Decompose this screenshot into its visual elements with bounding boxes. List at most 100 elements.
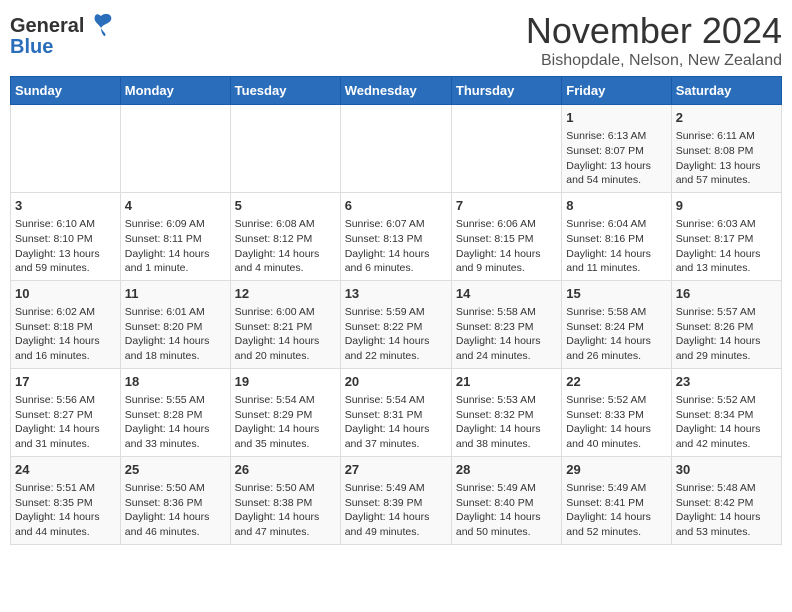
sunset-text: Sunset: 8:36 PM	[125, 497, 203, 509]
daylight-text: Daylight: 14 hours and 1 minute.	[125, 248, 210, 275]
calendar-cell: 18Sunrise: 5:55 AMSunset: 8:28 PMDayligh…	[120, 368, 230, 456]
daylight-text: Daylight: 14 hours and 53 minutes.	[676, 511, 761, 538]
day-number: 30	[676, 461, 777, 479]
daylight-text: Daylight: 14 hours and 46 minutes.	[125, 511, 210, 538]
sunset-text: Sunset: 8:20 PM	[125, 321, 203, 333]
calendar-cell: 3Sunrise: 6:10 AMSunset: 8:10 PMDaylight…	[11, 192, 121, 280]
daylight-text: Daylight: 14 hours and 9 minutes.	[456, 248, 541, 275]
calendar-cell	[11, 105, 121, 193]
daylight-text: Daylight: 14 hours and 26 minutes.	[566, 335, 651, 362]
sunset-text: Sunset: 8:12 PM	[235, 233, 313, 245]
sunset-text: Sunset: 8:42 PM	[676, 497, 754, 509]
sunrise-text: Sunrise: 6:03 AM	[676, 218, 756, 230]
calendar-cell: 19 Sunrise: 5:54 AM Sunset: 8:29 PM Dayligh…	[230, 368, 340, 456]
calendar-cell	[340, 105, 451, 193]
sunrise-text: Sunrise: 5:53 AM	[456, 394, 536, 406]
daylight-text: Daylight: 13 hours and 57 minutes.	[676, 160, 761, 187]
calendar-cell: 17Sunrise: 5:56 AMSunset: 8:27 PMDayligh…	[11, 368, 121, 456]
calendar-cell: 10Sunrise: 6:02 AMSunset: 8:18 PMDayligh…	[11, 280, 121, 368]
daylight-text: Daylight: 14 hours and 4 minutes.	[235, 248, 320, 275]
daylight-text: Daylight: 14 hours and 6 minutes.	[345, 248, 430, 275]
sunrise-text: Sunrise: 5:50 AM	[235, 482, 315, 494]
weekday-header-friday: Friday	[562, 77, 671, 105]
month-title: November 2024	[526, 10, 782, 52]
sunrise-text: Sunrise: 6:09 AM	[125, 218, 205, 230]
day-number: 18	[125, 373, 226, 391]
sunrise-text: Sunrise: 6:10 AM	[15, 218, 95, 230]
calendar-cell: 15 Sunrise: 5:58 AM Sunset: 8:24 PM Dayligh…	[562, 280, 671, 368]
calendar-cell: 1Sunrise: 6:13 AMSunset: 8:07 PMDaylight…	[562, 105, 671, 193]
weekday-header-saturday: Saturday	[671, 77, 781, 105]
sunset-text: Sunset: 8:16 PM	[566, 233, 644, 245]
daylight-text: Daylight: 14 hours and 11 minutes.	[566, 248, 651, 275]
sunset-text: Sunset: 8:35 PM	[15, 497, 93, 509]
day-number: 22	[566, 373, 666, 391]
day-number: 21	[456, 373, 557, 391]
sunrise-text: Sunrise: 6:08 AM	[235, 218, 315, 230]
sunset-text: Sunset: 8:24 PM	[566, 321, 644, 333]
sunset-text: Sunset: 8:21 PM	[235, 321, 313, 333]
calendar-cell: 28Sunrise: 5:49 AMSunset: 8:40 PMDayligh…	[451, 456, 561, 544]
sunset-text: Sunset: 8:17 PM	[676, 233, 754, 245]
sunrise-text: Sunrise: 5:49 AM	[566, 482, 646, 494]
daylight-text: Daylight: 14 hours and 50 minutes.	[456, 511, 541, 538]
daylight-text: Daylight: 14 hours and 35 minutes.	[235, 423, 320, 450]
weekday-header-sunday: Sunday	[11, 77, 121, 105]
day-number: 11	[125, 285, 226, 303]
sunset-text: Sunset: 8:22 PM	[345, 321, 423, 333]
sunset-text: Sunset: 8:29 PM	[235, 409, 313, 421]
day-number: 16	[676, 285, 777, 303]
sunrise-text: Sunrise: 5:52 AM	[566, 394, 646, 406]
sunrise-text: Sunrise: 6:00 AM	[235, 306, 315, 318]
sunset-text: Sunset: 8:10 PM	[15, 233, 93, 245]
weekday-header-thursday: Thursday	[451, 77, 561, 105]
sunrise-text: Sunrise: 5:52 AM	[676, 394, 756, 406]
calendar-cell: 21Sunrise: 5:53 AMSunset: 8:32 PMDayligh…	[451, 368, 561, 456]
daylight-text: Daylight: 14 hours and 49 minutes.	[345, 511, 430, 538]
sunset-text: Sunset: 8:11 PM	[125, 233, 202, 245]
daylight-text: Daylight: 14 hours and 44 minutes.	[15, 511, 100, 538]
sunset-text: Sunset: 8:13 PM	[345, 233, 423, 245]
sunset-text: Sunset: 8:32 PM	[456, 409, 534, 421]
daylight-text: Daylight: 14 hours and 52 minutes.	[566, 511, 651, 538]
calendar-cell: 4Sunrise: 6:09 AMSunset: 8:11 PMDaylight…	[120, 192, 230, 280]
daylight-text: Daylight: 14 hours and 24 minutes.	[456, 335, 541, 362]
sunrise-text: Sunrise: 6:04 AM	[566, 218, 646, 230]
calendar-cell	[451, 105, 561, 193]
sunrise-text: Sunrise: 5:58 AM	[566, 306, 646, 318]
daylight-text: Daylight: 14 hours and 47 minutes.	[235, 511, 320, 538]
calendar-cell: 2Sunrise: 6:11 AMSunset: 8:08 PMDaylight…	[671, 105, 781, 193]
sunset-text: Sunset: 8:40 PM	[456, 497, 534, 509]
calendar-cell: 6Sunrise: 6:07 AMSunset: 8:13 PMDaylight…	[340, 192, 451, 280]
sunset-text: Sunset: 8:39 PM	[345, 497, 423, 509]
day-number: 19	[235, 373, 336, 391]
day-number: 25	[125, 461, 226, 479]
calendar-cell: 26Sunrise: 5:50 AMSunset: 8:38 PMDayligh…	[230, 456, 340, 544]
day-number: 1	[566, 109, 666, 127]
title-block: November 2024 Bishopdale, Nelson, New Ze…	[526, 10, 782, 70]
logo: General Blue	[10, 14, 115, 59]
sunset-text: Sunset: 8:31 PM	[345, 409, 423, 421]
daylight-text: Daylight: 14 hours and 37 minutes.	[345, 423, 430, 450]
calendar-cell: 20 Sunrise: 5:54 AM Sunset: 8:31 PM Dayligh…	[340, 368, 451, 456]
daylight-text: Daylight: 14 hours and 31 minutes.	[15, 423, 100, 450]
day-number: 20	[345, 373, 447, 391]
sunrise-text: Sunrise: 5:54 AM	[345, 394, 425, 406]
day-number: 24	[15, 461, 116, 479]
sunrise-text: Sunrise: 5:54 AM	[235, 394, 315, 406]
day-number: 9	[676, 197, 777, 215]
calendar-cell: 7Sunrise: 6:06 AMSunset: 8:15 PMDaylight…	[451, 192, 561, 280]
sunset-text: Sunset: 8:34 PM	[676, 409, 754, 421]
calendar-cell: 30Sunrise: 5:48 AMSunset: 8:42 PMDayligh…	[671, 456, 781, 544]
day-number: 15	[566, 285, 666, 303]
sunset-text: Sunset: 8:23 PM	[456, 321, 534, 333]
sunrise-text: Sunrise: 6:11 AM	[676, 130, 755, 142]
sunrise-text: Sunrise: 6:07 AM	[345, 218, 425, 230]
sunset-text: Sunset: 8:08 PM	[676, 145, 754, 157]
sunset-text: Sunset: 8:26 PM	[676, 321, 754, 333]
sunrise-text: Sunrise: 5:50 AM	[125, 482, 205, 494]
sunrise-text: Sunrise: 6:06 AM	[456, 218, 536, 230]
daylight-text: Daylight: 14 hours and 13 minutes.	[676, 248, 761, 275]
day-number: 27	[345, 461, 447, 479]
daylight-text: Daylight: 14 hours and 18 minutes.	[125, 335, 210, 362]
